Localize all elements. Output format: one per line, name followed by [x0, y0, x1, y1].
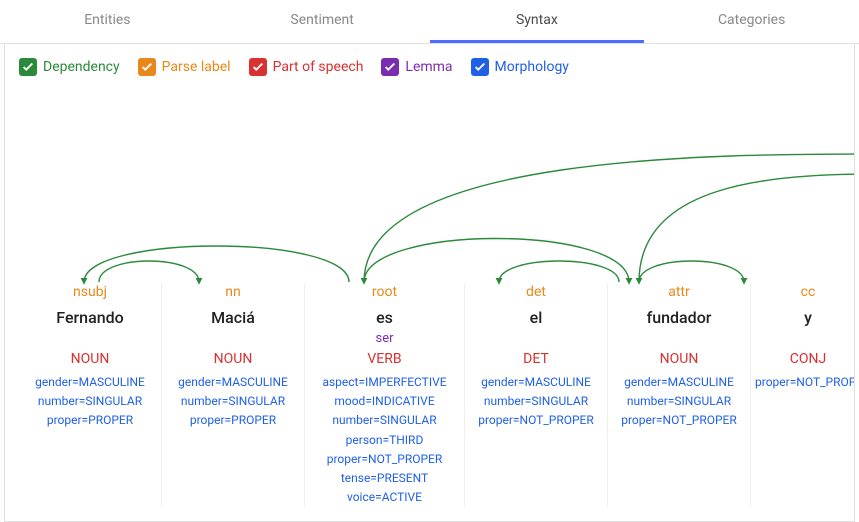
token-pos: VERB: [309, 351, 460, 367]
token-lemma: [23, 331, 157, 347]
check-icon: [471, 58, 489, 76]
token: attr fundador NOUN gender=MASCULINE numb…: [608, 284, 751, 507]
token-word: y: [755, 308, 855, 327]
token-lemma: [166, 331, 300, 347]
token-morph: aspect=IMPERFECTIVE mood=INDICATIVE numb…: [309, 373, 460, 507]
tab-categories[interactable]: Categories: [644, 0, 859, 43]
parse-label: attr: [612, 284, 746, 302]
tab-sentiment[interactable]: Sentiment: [215, 0, 430, 43]
token: nn Maciá NOUN gender=MASCULINE number=SI…: [162, 284, 305, 507]
legend: Dependency Parse label Part of speech Le…: [19, 54, 840, 78]
token-pos: NOUN: [612, 351, 746, 367]
token-pos: DET: [469, 351, 603, 367]
token-word: es: [309, 308, 460, 327]
parse-label: nsubj: [23, 284, 157, 302]
check-icon: [138, 58, 156, 76]
token-word: Fernando: [23, 308, 157, 327]
token-lemma: [755, 331, 855, 347]
parse-label: det: [469, 284, 603, 302]
tab-syntax[interactable]: Syntax: [430, 0, 645, 43]
parse-label: nn: [166, 284, 300, 302]
tab-entities[interactable]: Entities: [0, 0, 215, 43]
check-icon: [19, 58, 37, 76]
token-lemma: ser: [309, 331, 460, 347]
parse-label: root: [309, 284, 460, 302]
token-morph: gender=MASCULINE number=SINGULAR proper=…: [23, 373, 157, 431]
token: root es ser VERB aspect=IMPERFECTIVE moo…: [305, 284, 465, 507]
token-word: el: [469, 308, 603, 327]
token-morph: gender=MASCULINE number=SINGULAR proper=…: [612, 373, 746, 431]
legend-pos[interactable]: Part of speech: [249, 58, 364, 76]
token-lemma: [612, 331, 746, 347]
parse-label: cc: [755, 284, 855, 302]
tokens-row: nsubj Fernando NOUN gender=MASCULINE num…: [19, 284, 855, 507]
token-pos: CONJ: [755, 351, 855, 367]
token-pos: NOUN: [166, 351, 300, 367]
dependency-arcs: [19, 84, 855, 294]
legend-morphology[interactable]: Morphology: [471, 58, 569, 76]
token: cc y CONJ proper=NOT_PROPER: [751, 284, 855, 507]
token-word: fundador: [612, 308, 746, 327]
token-pos: NOUN: [23, 351, 157, 367]
legend-lemma[interactable]: Lemma: [381, 58, 452, 76]
tabs: Entities Sentiment Syntax Categories: [0, 0, 859, 44]
token-morph: gender=MASCULINE number=SINGULAR proper=…: [469, 373, 603, 431]
token-word: Maciá: [166, 308, 300, 327]
syntax-panel: Dependency Parse label Part of speech Le…: [4, 44, 855, 522]
syntax-area: nsubj Fernando NOUN gender=MASCULINE num…: [19, 84, 840, 504]
legend-parse-label[interactable]: Parse label: [138, 58, 231, 76]
token-lemma: [469, 331, 603, 347]
token-morph: proper=NOT_PROPER: [755, 373, 855, 392]
legend-dependency[interactable]: Dependency: [19, 58, 120, 76]
token: nsubj Fernando NOUN gender=MASCULINE num…: [19, 284, 162, 507]
check-icon: [249, 58, 267, 76]
check-icon: [381, 58, 399, 76]
token-morph: gender=MASCULINE number=SINGULAR proper=…: [166, 373, 300, 431]
token: det el DET gender=MASCULINE number=SINGU…: [465, 284, 608, 507]
